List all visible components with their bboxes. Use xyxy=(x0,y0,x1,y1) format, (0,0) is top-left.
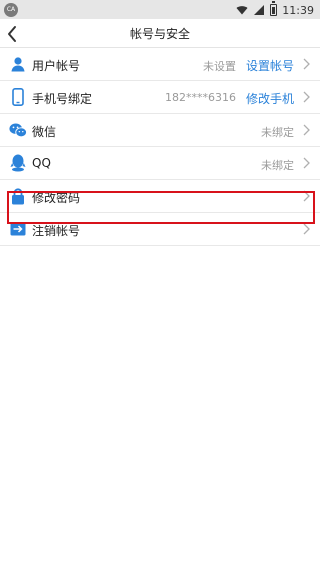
change-phone-link[interactable]: 修改手机 xyxy=(246,90,294,107)
row-label: 修改密码 xyxy=(32,191,81,205)
qq-icon xyxy=(9,154,27,172)
logout-icon xyxy=(9,220,27,238)
app-notification-icon: CA xyxy=(4,3,18,17)
row-value: 未设置 xyxy=(203,60,236,73)
row-qq[interactable]: QQ 未绑定 xyxy=(0,147,320,180)
page-title: 帐号与安全 xyxy=(129,27,190,41)
settings-list: 用户帐号 未设置 设置帐号 手机号绑定 182****6316 修改手机 微信 … xyxy=(0,48,320,246)
user-icon xyxy=(9,55,27,73)
status-time: 11:39 xyxy=(282,3,314,17)
row-label: 用户帐号 xyxy=(32,59,81,73)
status-bar: CA 11:39 xyxy=(0,0,320,19)
wifi-icon xyxy=(236,6,248,15)
lock-icon xyxy=(9,187,27,205)
title-bar: 帐号与安全 xyxy=(0,19,320,48)
row-change-password[interactable]: 修改密码 xyxy=(0,180,320,213)
row-label: 手机号绑定 xyxy=(32,92,93,106)
row-wechat[interactable]: 微信 未绑定 xyxy=(0,114,320,147)
chevron-right-icon xyxy=(300,188,312,204)
row-phone-binding[interactable]: 手机号绑定 182****6316 修改手机 xyxy=(0,81,320,114)
set-account-link[interactable]: 设置帐号 xyxy=(246,57,294,74)
chevron-right-icon xyxy=(300,89,312,105)
battery-icon xyxy=(270,1,278,16)
phone-icon xyxy=(9,88,27,106)
chevron-right-icon xyxy=(300,122,312,138)
wechat-icon xyxy=(9,121,27,139)
chevron-right-icon xyxy=(300,56,312,72)
row-label: 注销帐号 xyxy=(32,224,81,238)
status-icons: 11:39 xyxy=(236,1,314,19)
signal-icon xyxy=(254,5,265,15)
chevron-right-icon xyxy=(300,221,312,237)
row-value: 未绑定 xyxy=(261,126,294,139)
row-label: QQ xyxy=(32,156,51,170)
row-label: 微信 xyxy=(32,125,57,139)
row-cancel-account[interactable]: 注销帐号 xyxy=(0,213,320,246)
chevron-right-icon xyxy=(300,155,312,171)
row-value: 未绑定 xyxy=(261,159,294,172)
row-value: 182****6316 xyxy=(165,91,236,104)
row-user-account[interactable]: 用户帐号 未设置 设置帐号 xyxy=(0,48,320,81)
